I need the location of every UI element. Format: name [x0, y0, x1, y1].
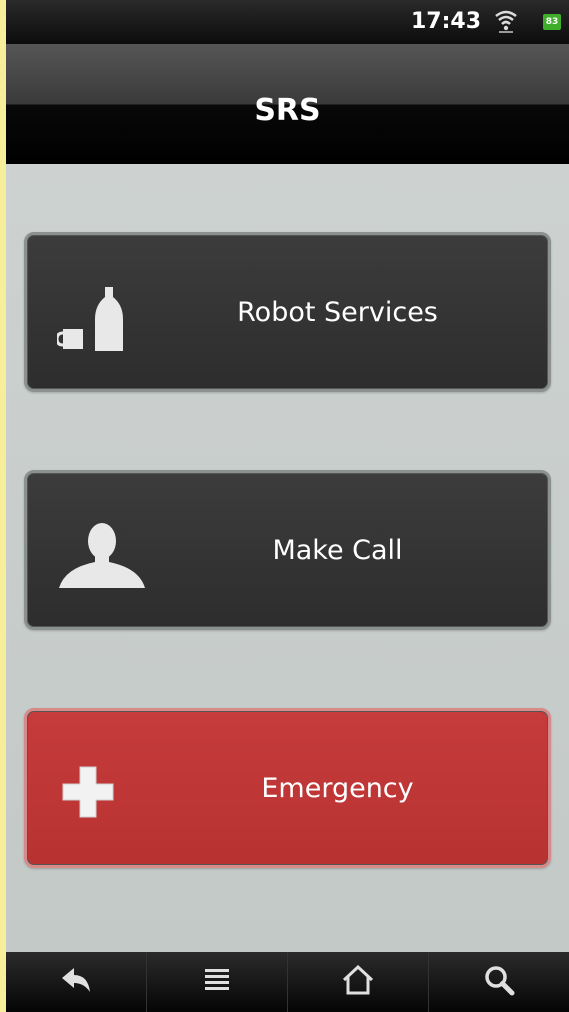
back-icon	[60, 966, 92, 998]
status-bar: 17:43 83	[6, 0, 569, 44]
person-icon	[57, 521, 147, 595]
make-call-button[interactable]: Make Call	[24, 470, 551, 630]
make-call-label: Make Call	[272, 534, 403, 566]
menu-icon	[203, 966, 231, 998]
plus-cross-icon	[61, 765, 115, 823]
status-time: 17:43	[410, 9, 481, 34]
robot-services-button[interactable]: Robot Services	[24, 232, 551, 392]
search-button[interactable]	[429, 952, 569, 1012]
app-screen: 17:43 83 SRS Robot Services Make Call Em…	[6, 0, 569, 1012]
menu-button[interactable]	[147, 952, 288, 1012]
search-icon	[483, 964, 515, 1000]
emergency-label: Emergency	[261, 772, 414, 804]
home-button[interactable]	[288, 952, 429, 1012]
home-icon	[341, 964, 375, 999]
wifi-icon	[495, 10, 517, 38]
title-bar: SRS	[6, 44, 569, 164]
robot-services-label: Robot Services	[237, 296, 438, 328]
main-content: Robot Services Make Call Emergency	[6, 164, 569, 952]
emergency-button[interactable]: Emergency	[24, 708, 551, 868]
back-button[interactable]	[6, 952, 147, 1012]
battery-icon: 83	[543, 14, 561, 30]
cup-bottle-icon	[55, 287, 127, 361]
page-title: SRS	[254, 93, 321, 128]
navigation-bar	[6, 952, 569, 1012]
